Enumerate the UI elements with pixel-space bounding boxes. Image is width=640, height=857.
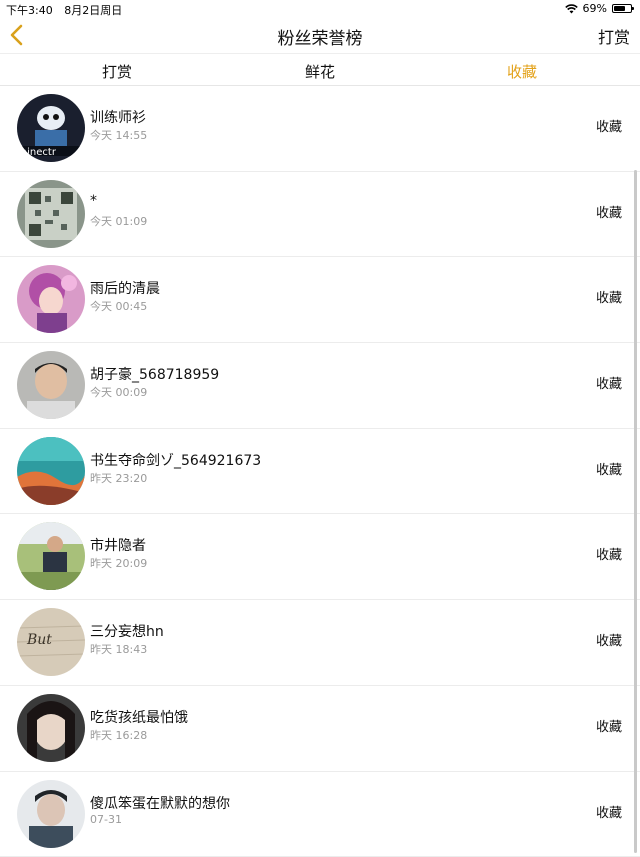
- timestamp: 昨天 20:09: [90, 555, 147, 571]
- favorite-button[interactable]: 收藏: [596, 544, 622, 563]
- list-item[interactable]: 傻瓜笨蛋在默默的想你 07-31 收藏: [0, 772, 640, 857]
- battery-percent: 69%: [583, 2, 607, 15]
- page-title: 粉丝荣誉榜: [0, 24, 640, 49]
- list-item[interactable]: 雨后的清晨 今天 00:45 收藏: [0, 257, 640, 343]
- svg-text:But: But: [26, 632, 52, 648]
- avatar: [17, 351, 85, 419]
- user-name: 傻瓜笨蛋在默默的想你: [90, 793, 230, 813]
- favorite-button[interactable]: 收藏: [596, 116, 622, 135]
- user-name: 书生夺命剑ゾ_564921673: [90, 450, 261, 470]
- list-item[interactable]: 书生夺命剑ゾ_564921673 昨天 23:20 收藏: [0, 429, 640, 515]
- status-date: 8月2日周日: [64, 4, 122, 17]
- user-name: 市井隐者: [90, 535, 146, 555]
- timestamp: 昨天 18:43: [90, 641, 147, 657]
- avatar: [17, 437, 85, 505]
- favorite-button[interactable]: 收藏: [596, 630, 622, 649]
- status-time: 下午3:40: [6, 4, 53, 17]
- avatar: [17, 522, 85, 590]
- timestamp: 今天 14:55: [90, 127, 147, 143]
- list-item[interactable]: 胡子豪_568718959 今天 00:09 收藏: [0, 343, 640, 429]
- status-time-date: 下午3:40 8月2日周日: [6, 2, 122, 18]
- svg-text:ainectr: ainectr: [21, 147, 57, 158]
- avatar: [17, 180, 85, 248]
- favorite-button[interactable]: 收藏: [596, 287, 622, 306]
- battery-icon: [612, 4, 632, 13]
- nav-bar: 粉丝荣誉榜 打赏: [0, 18, 640, 53]
- user-name: 胡子豪_568718959: [90, 364, 219, 384]
- avatar: [17, 265, 85, 333]
- user-name: *: [90, 193, 97, 209]
- favorite-button[interactable]: 收藏: [596, 373, 622, 392]
- favorite-button[interactable]: 收藏: [596, 802, 622, 821]
- list-item[interactable]: 吃货孩纸最怕饿 昨天 16:28 收藏: [0, 686, 640, 772]
- timestamp: 今天 00:09: [90, 384, 147, 400]
- battery-fill: [614, 6, 625, 11]
- list-item[interactable]: ainectr 训练师衫 今天 14:55 收藏: [0, 86, 640, 172]
- avatar: [17, 780, 85, 848]
- timestamp: 今天 01:09: [90, 213, 147, 229]
- reward-button[interactable]: 打赏: [598, 24, 630, 48]
- user-name: 训练师衫: [90, 107, 146, 127]
- favorite-button[interactable]: 收藏: [596, 716, 622, 735]
- tab-reward[interactable]: 打赏: [77, 61, 157, 82]
- list-item[interactable]: * 今天 01:09 收藏: [0, 172, 640, 258]
- tab-bar: 打赏 鲜花 收藏: [0, 53, 640, 86]
- timestamp: 昨天 23:20: [90, 470, 147, 486]
- status-bar: 下午3:40 8月2日周日 69%: [0, 0, 640, 18]
- timestamp: 07-31: [90, 813, 122, 826]
- wifi-icon: [565, 4, 578, 14]
- timestamp: 昨天 16:28: [90, 727, 147, 743]
- avatar: ainectr: [17, 94, 85, 162]
- favorite-button[interactable]: 收藏: [596, 202, 622, 221]
- user-name: 雨后的清晨: [90, 278, 160, 298]
- user-name: 三分妄想hn: [90, 621, 164, 641]
- tab-favorites[interactable]: 收藏: [482, 61, 562, 82]
- status-right: 69%: [565, 2, 632, 15]
- avatar: [17, 694, 85, 762]
- user-name: 吃货孩纸最怕饿: [90, 707, 188, 727]
- favorite-button[interactable]: 收藏: [596, 459, 622, 478]
- avatar: But: [17, 608, 85, 676]
- tab-flowers[interactable]: 鲜花: [280, 61, 360, 82]
- list-item[interactable]: 市井隐者 昨天 20:09 收藏: [0, 514, 640, 600]
- timestamp: 今天 00:45: [90, 298, 147, 314]
- scrollbar[interactable]: [634, 170, 637, 853]
- fan-list: ainectr 训练师衫 今天 14:55 收藏 * 今天 01:09 收藏: [0, 86, 640, 857]
- list-item[interactable]: But 三分妄想hn 昨天 18:43 收藏: [0, 600, 640, 686]
